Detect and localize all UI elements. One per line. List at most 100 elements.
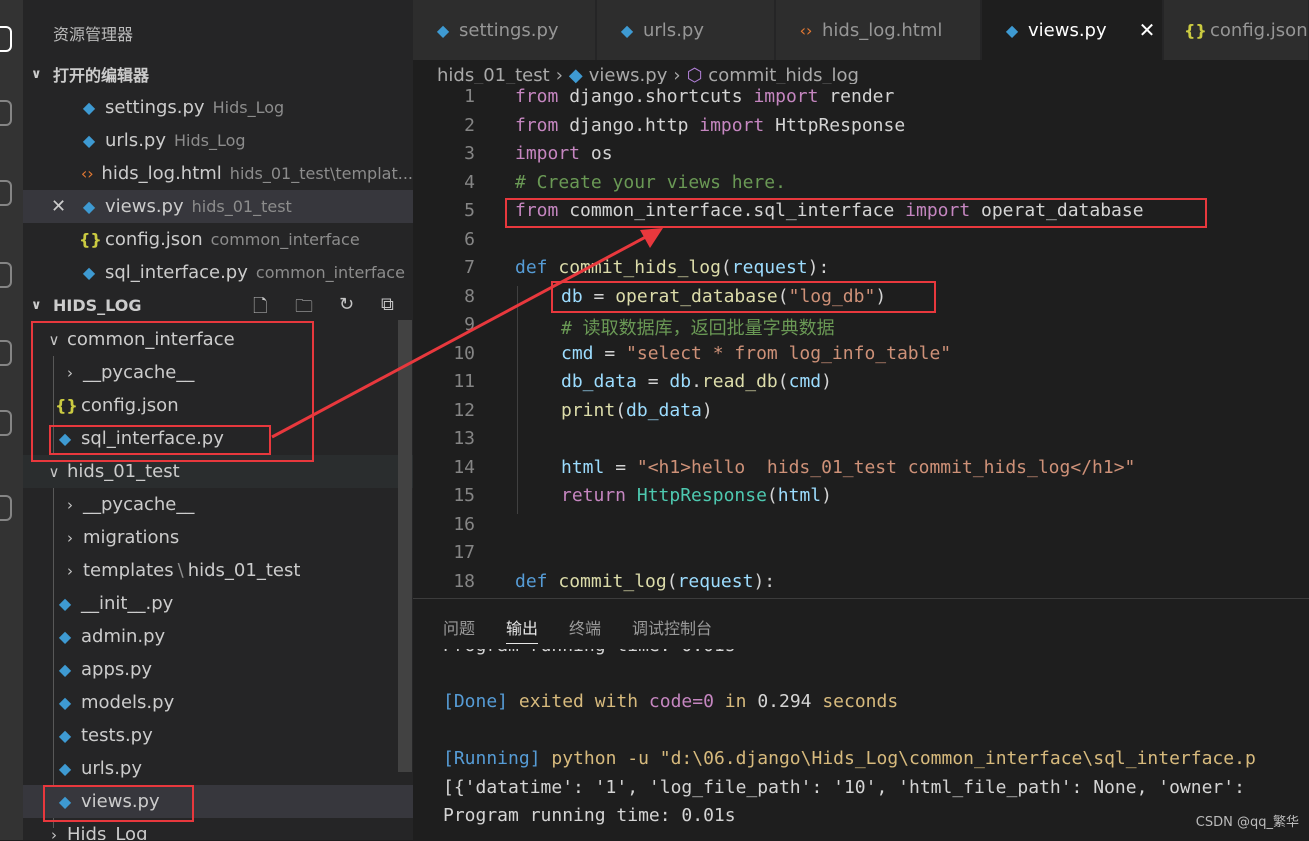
code-line: def commit_log(request): bbox=[515, 571, 776, 592]
python-icon: ◆ bbox=[58, 759, 72, 778]
tree-folder-migrations[interactable]: › migrations bbox=[23, 521, 413, 554]
indent-guide bbox=[517, 286, 518, 514]
watermark: CSDN @qq_繁华 bbox=[1195, 815, 1299, 830]
line-number: 12 bbox=[453, 400, 475, 421]
tree-file-admin[interactable]: ◆ admin.py bbox=[23, 620, 413, 653]
chevron-right-icon: › bbox=[51, 825, 57, 841]
line-number: 14 bbox=[453, 457, 475, 478]
line-number: 10 bbox=[453, 343, 475, 364]
symbol-method-icon: ⬡ bbox=[686, 64, 703, 86]
sidebar-scrollbar[interactable] bbox=[398, 320, 412, 772]
python-icon: ◆ bbox=[82, 197, 96, 216]
breadcrumb-folder[interactable]: hids_01_test bbox=[437, 65, 550, 86]
code-line: # Create your views here. bbox=[515, 172, 786, 193]
open-editor-item-active[interactable]: ✕ ◆ views.py hids_01_test bbox=[23, 190, 413, 223]
highlight-box bbox=[505, 198, 1207, 228]
close-icon[interactable]: ✕ bbox=[1139, 18, 1156, 42]
code-line: from django.http import HttpResponse bbox=[515, 115, 906, 136]
python-icon: ◆ bbox=[82, 263, 96, 282]
panel-tab-problems[interactable]: 问题 bbox=[443, 615, 475, 639]
python-icon: ◆ bbox=[58, 660, 72, 679]
tab-views[interactable]: ◆ views.py ✕ bbox=[982, 0, 1163, 60]
open-editor-item[interactable]: {} config.json common_interface bbox=[23, 223, 413, 256]
chevron-right-icon: › bbox=[67, 561, 73, 580]
code-line: from django.shortcuts import render bbox=[515, 86, 895, 107]
tree-file-init[interactable]: ◆ __init__.py bbox=[23, 587, 413, 620]
new-file-icon[interactable]: 🗋 bbox=[253, 294, 267, 324]
refresh-icon[interactable]: ↻ bbox=[339, 294, 354, 315]
chevron-right-icon: › bbox=[673, 64, 681, 86]
open-editor-item[interactable]: ‹› hids_log.html hids_01_test\templat... bbox=[23, 157, 413, 190]
panel-tab-terminal[interactable]: 终端 bbox=[569, 615, 601, 639]
breadcrumb-file[interactable]: views.py bbox=[589, 65, 668, 86]
output-line: [Running] python -u "d:\06.django\Hids_L… bbox=[443, 748, 1256, 769]
open-editor-item[interactable]: ◆ settings.py Hids_Log bbox=[23, 91, 413, 124]
tab-urls[interactable]: ◆ urls.py bbox=[597, 0, 775, 60]
extensions-icon[interactable] bbox=[0, 340, 12, 366]
highlight-box bbox=[49, 425, 271, 455]
code-line: def commit_hids_log(request): bbox=[515, 257, 830, 278]
python-icon: ◆ bbox=[82, 98, 96, 117]
panel-tab-debug-console[interactable]: 调试控制台 bbox=[632, 615, 712, 639]
new-folder-icon[interactable]: 🗀 bbox=[295, 294, 313, 324]
tree-file-apps[interactable]: ◆ apps.py bbox=[23, 653, 413, 686]
activity-bar bbox=[0, 0, 23, 840]
tree-file-tests[interactable]: ◆ tests.py bbox=[23, 719, 413, 752]
line-number: 8 bbox=[464, 286, 475, 307]
explorer-sidebar: 资源管理器 ∨ 打开的编辑器 ◆ settings.py Hids_Log ◆ … bbox=[23, 0, 413, 840]
chevron-right-icon: › bbox=[67, 495, 73, 514]
python-icon: ◆ bbox=[568, 64, 583, 86]
search-icon[interactable] bbox=[0, 100, 12, 126]
explorer-icon[interactable] bbox=[0, 26, 12, 52]
line-number: 18 bbox=[453, 571, 475, 592]
chevron-down-icon: ∨ bbox=[31, 66, 42, 82]
code-line: return HttpResponse(html) bbox=[561, 485, 832, 506]
code-line: db_data = db.read_db(cmd) bbox=[561, 371, 832, 392]
line-number: 3 bbox=[464, 143, 475, 164]
tab-settings[interactable]: ◆ settings.py bbox=[413, 0, 596, 60]
line-number: 16 bbox=[453, 514, 475, 535]
close-icon[interactable]: ✕ bbox=[51, 196, 79, 217]
line-number: 17 bbox=[453, 542, 475, 563]
python-icon: ◆ bbox=[620, 20, 634, 40]
code-line: import os bbox=[515, 143, 613, 164]
panel-tab-output[interactable]: 输出 bbox=[506, 615, 539, 644]
code-editor[interactable]: 1 2 3 4 5 6 7 8 9 10 11 12 13 14 15 16 1… bbox=[413, 84, 1309, 598]
tab-hids-log-html[interactable]: ‹› hids_log.html bbox=[776, 0, 981, 60]
explorer-title: 资源管理器 bbox=[53, 25, 134, 44]
tree-file-urls[interactable]: ◆ urls.py bbox=[23, 752, 413, 785]
line-number: 6 bbox=[464, 229, 475, 250]
line-number: 2 bbox=[464, 115, 475, 136]
run-debug-icon[interactable] bbox=[0, 262, 12, 288]
line-number: 5 bbox=[464, 200, 475, 221]
chevron-down-icon: ∨ bbox=[31, 297, 42, 313]
open-editor-item[interactable]: ◆ sql_interface.py common_interface bbox=[23, 256, 413, 289]
code-line: html = "<h1>hello hids_01_test commit_hi… bbox=[561, 457, 1136, 478]
html-icon: ‹› bbox=[80, 164, 94, 183]
output-line: [Done] exited with code=0 in 0.294 secon… bbox=[443, 691, 899, 712]
highlight-box bbox=[551, 281, 936, 313]
line-number: 4 bbox=[464, 172, 475, 193]
html-icon: ‹› bbox=[799, 20, 813, 40]
python-icon: ◆ bbox=[58, 594, 72, 613]
open-editors-header[interactable]: ∨ 打开的编辑器 bbox=[23, 59, 413, 89]
tree-file-models[interactable]: ◆ models.py bbox=[23, 686, 413, 719]
python-icon: ◆ bbox=[58, 726, 72, 745]
line-number: 11 bbox=[453, 371, 475, 392]
project-header[interactable]: ∨ HIDS_LOG bbox=[23, 290, 413, 320]
account-icon[interactable] bbox=[0, 495, 12, 521]
python-icon: ◆ bbox=[82, 131, 96, 150]
bottom-panel: 问题 输出 终端 调试控制台 Program running time: 0.0… bbox=[413, 598, 1309, 841]
remote-icon[interactable] bbox=[0, 410, 12, 436]
tab-config-json[interactable]: {} config.json bbox=[1164, 0, 1309, 60]
line-number: 15 bbox=[453, 485, 475, 506]
editor-tabs: ◆ settings.py ◆ urls.py ‹› hids_log.html… bbox=[413, 0, 1309, 60]
breadcrumb-symbol[interactable]: commit_hids_log bbox=[708, 65, 859, 86]
collapse-all-icon[interactable]: ⧉ bbox=[381, 294, 394, 315]
open-editor-item[interactable]: ◆ urls.py Hids_Log bbox=[23, 124, 413, 157]
code-line: # 读取数据库，返回批量字典数据 bbox=[561, 318, 835, 339]
tree-folder-templates[interactable]: › templates \ hids_01_test bbox=[23, 554, 413, 587]
source-control-icon[interactable] bbox=[0, 180, 12, 206]
tree-folder-pycache[interactable]: › __pycache__ bbox=[23, 488, 413, 521]
output-line: [{'datatime': '1', 'log_file_path': '10'… bbox=[443, 777, 1245, 798]
